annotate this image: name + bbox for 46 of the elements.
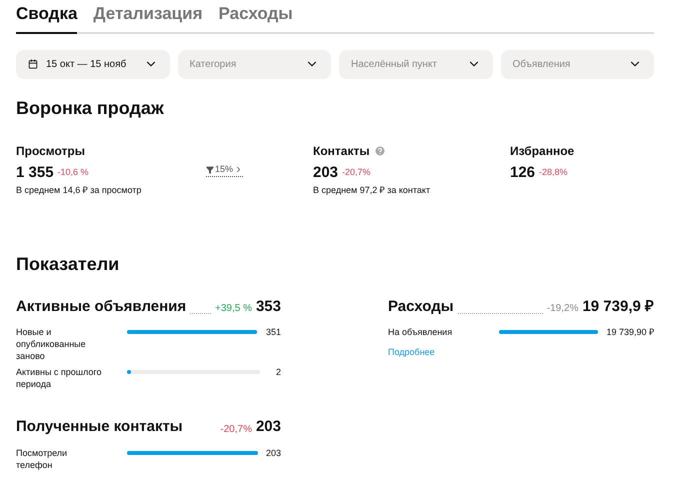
change-value: -10,6 % — [58, 166, 89, 179]
conversion-link[interactable]: 15% — [206, 162, 244, 178]
metric-value: 126 — [510, 164, 536, 182]
section-title: Показатели — [16, 252, 120, 276]
tab[interactable]: Расходы — [218, 0, 293, 34]
block-title: Полученные контакты — [16, 417, 183, 437]
metric-value: 1 355 — [16, 164, 54, 182]
row-value: 2 — [276, 366, 281, 378]
metric-note: В среднем 14,6 ₽ за просмотр — [16, 184, 142, 197]
section-title: Воронка продаж — [16, 96, 165, 120]
change-value: -20,7% — [342, 166, 371, 179]
row-label: Активны с прошлого периода — [16, 366, 102, 390]
change-value: -20,7% — [220, 422, 252, 436]
filter-select[interactable]: Категория — [178, 50, 331, 78]
help-icon[interactable] — [374, 144, 386, 156]
total-value: 353 — [256, 296, 281, 316]
filter-select[interactable]: Объявления — [500, 50, 654, 78]
row-value: 351 — [266, 326, 281, 338]
total-value: 19 739,9 ₽ — [582, 296, 654, 316]
tab[interactable]: Сводка — [16, 0, 78, 34]
tab[interactable]: Детализация — [93, 0, 203, 34]
calendar-icon — [28, 59, 38, 69]
total-value: 203 — [256, 417, 281, 437]
select-value: 15 окт — 15 нояб — [46, 58, 126, 72]
metric-label: Просмотры — [16, 142, 86, 160]
more-link[interactable]: Подробнее — [388, 346, 654, 360]
row-label: Новые и опубликованные заново — [16, 326, 87, 362]
select-placeholder: Населённый пункт — [351, 58, 438, 72]
metric-value: 203 — [313, 164, 338, 182]
metric-label: Избранное — [510, 142, 574, 160]
select-placeholder: Категория — [190, 58, 236, 72]
row-label: На объявления — [388, 326, 454, 338]
row-value: 203 — [266, 446, 281, 458]
filter-icon — [206, 166, 214, 174]
change-value: -28,8% — [539, 166, 568, 179]
row-value: 19 739,90 ₽ — [606, 326, 654, 338]
metric-note: В среднем 97,2 ₽ за контакт — [313, 184, 432, 197]
block-title: Расходы — [388, 296, 454, 316]
block-title: Активные объявления — [16, 296, 186, 316]
change-value: -19,2% — [546, 302, 578, 316]
select-placeholder: Объявления — [512, 58, 570, 72]
row-label: Посмотрели телефон — [16, 446, 68, 470]
date-range-select[interactable]: 15 окт — 15 нояб — [16, 50, 170, 78]
change-value: +39,5 % — [214, 302, 252, 316]
filter-select[interactable]: Населённый пункт — [339, 50, 492, 78]
metric-label: Контакты — [313, 142, 370, 160]
